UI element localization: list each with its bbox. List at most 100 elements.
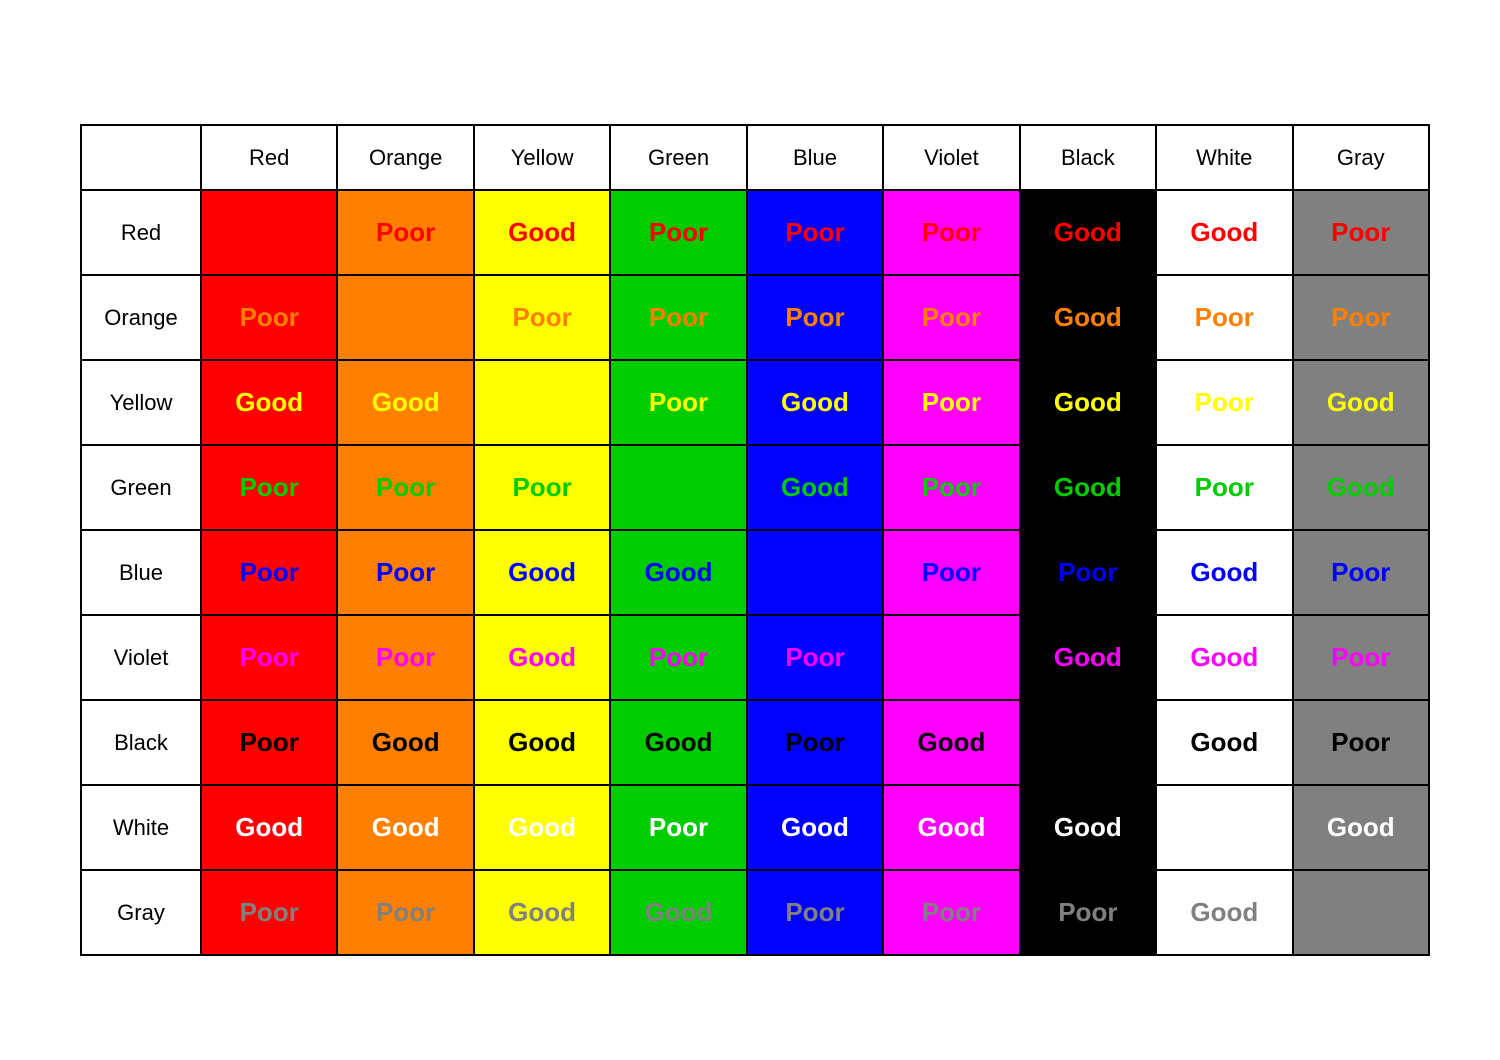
cell-blue-black: Poor	[1020, 530, 1156, 615]
cell-text: Poor	[922, 302, 981, 332]
cell-text: Good	[1054, 302, 1122, 332]
cell-gray-green: Good	[610, 870, 746, 955]
cell-red-green: Poor	[610, 190, 746, 275]
cell-white-black: Good	[1020, 785, 1156, 870]
table-wrapper: RedOrangeYellowGreenBlueVioletBlackWhite…	[70, 40, 1430, 1040]
cell-text: Good	[235, 387, 303, 417]
cell-blue-blue	[747, 530, 883, 615]
cell-violet-green: Poor	[610, 615, 746, 700]
cell-text: Poor	[1058, 897, 1117, 927]
cell-text: Good	[1190, 217, 1258, 247]
cell-text: Poor	[1331, 557, 1390, 587]
cell-yellow-green: Poor	[610, 360, 746, 445]
col-header-white: White	[1156, 125, 1292, 190]
cell-text: Good	[1190, 897, 1258, 927]
row-label-yellow: Yellow	[81, 360, 201, 445]
cell-orange-blue: Poor	[747, 275, 883, 360]
cell-text: Good	[917, 727, 985, 757]
cell-text: Good	[1190, 642, 1258, 672]
cell-green-black: Good	[1020, 445, 1156, 530]
cell-green-blue: Good	[747, 445, 883, 530]
col-header-black: Black	[1020, 125, 1156, 190]
cell-yellow-white: Poor	[1156, 360, 1292, 445]
cell-text: Poor	[240, 557, 299, 587]
cell-gray-orange: Poor	[337, 870, 473, 955]
cell-white-orange: Good	[337, 785, 473, 870]
cell-text: Poor	[922, 897, 981, 927]
cell-black-green: Good	[610, 700, 746, 785]
cell-text: Good	[645, 557, 713, 587]
cell-violet-violet	[883, 615, 1019, 700]
col-header-violet: Violet	[883, 125, 1019, 190]
cell-white-gray: Good	[1293, 785, 1430, 870]
cell-yellow-violet: Poor	[883, 360, 1019, 445]
cell-text: Poor	[1058, 557, 1117, 587]
cell-text: Good	[781, 812, 849, 842]
cell-green-orange: Poor	[337, 445, 473, 530]
cell-white-yellow: Good	[474, 785, 610, 870]
cell-text: Poor	[1195, 302, 1254, 332]
cell-text: Good	[1054, 812, 1122, 842]
cell-red-violet: Poor	[883, 190, 1019, 275]
cell-green-white: Poor	[1156, 445, 1292, 530]
cell-blue-violet: Poor	[883, 530, 1019, 615]
cell-green-yellow: Poor	[474, 445, 610, 530]
cell-text: Good	[781, 387, 849, 417]
row-label-orange: Orange	[81, 275, 201, 360]
row-label-violet: Violet	[81, 615, 201, 700]
row-label-blue: Blue	[81, 530, 201, 615]
cell-black-blue: Poor	[747, 700, 883, 785]
cell-text: Good	[372, 812, 440, 842]
cell-text: Poor	[1331, 727, 1390, 757]
cell-text: Poor	[785, 897, 844, 927]
row-label-white: White	[81, 785, 201, 870]
cell-text: Poor	[1331, 642, 1390, 672]
cell-white-red: Good	[201, 785, 337, 870]
cell-black-white: Good	[1156, 700, 1292, 785]
cell-gray-red: Poor	[201, 870, 337, 955]
contrast-table: RedOrangeYellowGreenBlueVioletBlackWhite…	[80, 124, 1430, 956]
cell-gray-blue: Poor	[747, 870, 883, 955]
cell-text: Poor	[376, 217, 435, 247]
cell-text: Good	[1190, 557, 1258, 587]
cell-text: Poor	[512, 472, 571, 502]
header-row: RedOrangeYellowGreenBlueVioletBlackWhite…	[81, 125, 1429, 190]
cell-orange-orange	[337, 275, 473, 360]
cell-black-violet: Good	[883, 700, 1019, 785]
cell-yellow-gray: Good	[1293, 360, 1430, 445]
table-row: GrayPoorPoorGoodGoodPoorPoorPoorGood	[81, 870, 1429, 955]
table-row: YellowGoodGoodPoorGoodPoorGoodPoorGood	[81, 360, 1429, 445]
cell-gray-gray	[1293, 870, 1430, 955]
row-label-gray: Gray	[81, 870, 201, 955]
row-label-black: Black	[81, 700, 201, 785]
cell-green-violet: Poor	[883, 445, 1019, 530]
cell-text: Good	[235, 812, 303, 842]
cell-green-green	[610, 445, 746, 530]
cell-violet-blue: Poor	[747, 615, 883, 700]
col-header-orange: Orange	[337, 125, 473, 190]
cell-text: Poor	[649, 387, 708, 417]
table-row: BlackPoorGoodGoodGoodPoorGoodGoodPoor	[81, 700, 1429, 785]
cell-violet-red: Poor	[201, 615, 337, 700]
table-row: WhiteGoodGoodGoodPoorGoodGoodGoodGood	[81, 785, 1429, 870]
cell-yellow-yellow	[474, 360, 610, 445]
cell-red-white: Good	[1156, 190, 1292, 275]
cell-yellow-blue: Good	[747, 360, 883, 445]
cell-text: Poor	[649, 217, 708, 247]
cell-text: Good	[645, 727, 713, 757]
cell-text: Poor	[649, 642, 708, 672]
cell-white-blue: Good	[747, 785, 883, 870]
cell-text: Poor	[785, 217, 844, 247]
cell-text: Good	[1054, 387, 1122, 417]
cell-text: Good	[1054, 472, 1122, 502]
cell-text: Poor	[922, 387, 981, 417]
cell-text: Good	[508, 812, 576, 842]
cell-text: Good	[508, 897, 576, 927]
col-header-red: Red	[201, 125, 337, 190]
cell-yellow-orange: Good	[337, 360, 473, 445]
cell-text: Good	[1054, 642, 1122, 672]
cell-text: Good	[372, 387, 440, 417]
cell-gray-white: Good	[1156, 870, 1292, 955]
cell-black-black	[1020, 700, 1156, 785]
cell-blue-gray: Poor	[1293, 530, 1430, 615]
